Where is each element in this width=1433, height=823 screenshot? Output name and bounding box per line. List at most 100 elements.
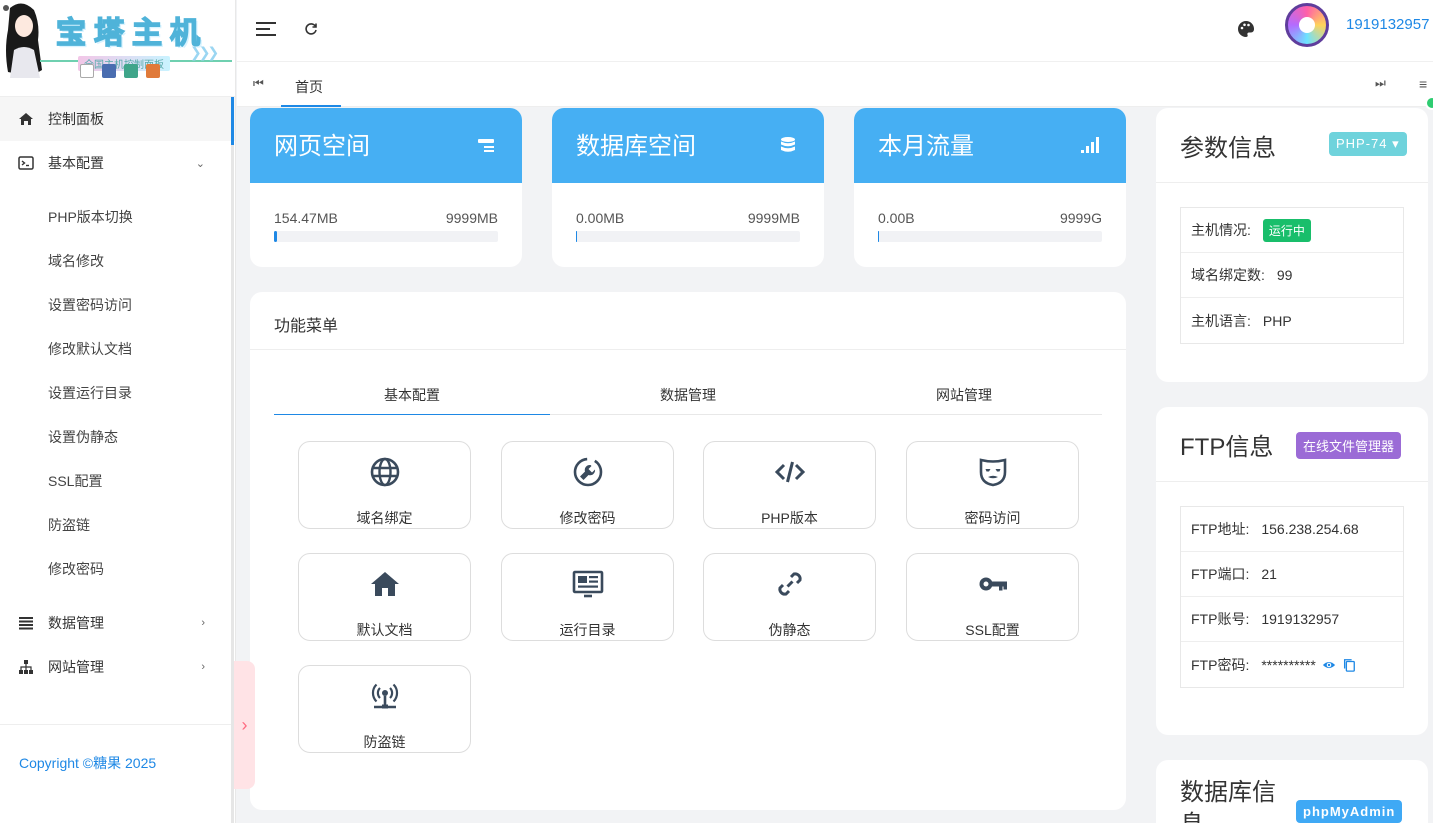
avatar[interactable]: [1285, 3, 1329, 47]
brand-badge-icon: [124, 64, 138, 78]
tab-home[interactable]: 首页: [295, 77, 323, 97]
monitor-icon: [572, 570, 604, 598]
ftp-port-row: FTP端口: 21: [1181, 552, 1403, 597]
mask-icon: [979, 458, 1007, 487]
list-icon: [18, 615, 34, 631]
tab-scroll-right-icon[interactable]: ⏭: [1375, 76, 1386, 91]
sidebar-subitem-ssl[interactable]: SSL配置: [0, 459, 235, 503]
sidebar-item-label: 基本配置: [48, 155, 104, 171]
tab-data-management[interactable]: 数据管理: [550, 377, 826, 414]
default-document-button[interactable]: 默认文档: [298, 553, 471, 641]
row-value[interactable]: 156.238.254.68: [1261, 521, 1358, 537]
domain-binding-button[interactable]: 域名绑定: [298, 441, 471, 529]
stat-card-header: 本月流量: [854, 108, 1126, 183]
button-label: 防盗链: [363, 734, 406, 750]
sidebar-subitem-php-switch[interactable]: PHP版本切换: [0, 195, 235, 239]
stat-title: 数据库空间: [576, 133, 696, 160]
sidebar-subitem-domain[interactable]: 域名修改: [0, 239, 235, 283]
row-key: 主机情况:: [1191, 222, 1251, 238]
row-value: PHP: [1262, 312, 1292, 329]
stat-progress-bar: [274, 231, 498, 242]
sidebar-subitem-hotlink[interactable]: 防盗链: [0, 503, 235, 547]
menu-toggle-icon[interactable]: [254, 17, 278, 41]
stat-card-traffic: 本月流量 0.00B 9999G: [854, 108, 1126, 267]
caret-down-icon: ▾: [1387, 136, 1400, 151]
row-key: FTP端口:: [1191, 566, 1250, 582]
ftp-title: FTP信息: [1180, 434, 1274, 461]
file-manager-button[interactable]: 在线文件管理器: [1296, 432, 1402, 459]
brand-badge-icon: [146, 64, 160, 78]
sidebar-subitem-password[interactable]: 修改密码: [0, 547, 235, 591]
php-version-dropdown[interactable]: PHP-74 ▾: [1329, 132, 1407, 156]
ftp-info-card: FTP信息 在线文件管理器 FTP地址: 156.238.254.68 FTP端…: [1156, 407, 1428, 735]
ftp-account-row: FTP账号: 1919132957: [1181, 597, 1403, 642]
chevron-right-icon: ›: [241, 714, 248, 735]
run-directory-button[interactable]: 运行目录: [501, 553, 674, 641]
refresh-icon[interactable]: [299, 17, 323, 41]
row-value[interactable]: 21: [1261, 566, 1277, 582]
sidebar-item-site-management[interactable]: 网站管理 ›: [0, 645, 235, 689]
brand-badge-icon: [102, 64, 116, 78]
scrollbar-thumb[interactable]: [231, 97, 234, 145]
globe-icon: [370, 457, 400, 487]
status-badge: 运行中: [1262, 218, 1311, 242]
params-title: 参数信息: [1180, 135, 1276, 162]
stat-progress-bar: [576, 231, 800, 242]
sidebar-subitem-default-doc[interactable]: 修改默认文档: [0, 327, 235, 371]
database-icon: [781, 137, 795, 152]
brand-badge-icon: [80, 64, 94, 78]
php-version-button[interactable]: PHP版本: [703, 441, 876, 529]
tab-scroll-left-icon[interactable]: ⏮: [253, 76, 264, 91]
password-access-button[interactable]: 密码访问: [906, 441, 1079, 529]
logo-girl-illustration: [3, 3, 42, 78]
brand-arrows-icon: ❯❯❯: [190, 44, 219, 60]
sidebar-item-dashboard[interactable]: 控制面板: [0, 97, 235, 141]
function-menu-title: 功能菜单: [274, 318, 339, 335]
copy-icon[interactable]: [1342, 658, 1356, 672]
row-key: FTP密码:: [1191, 656, 1250, 673]
row-key: FTP账号:: [1191, 611, 1250, 627]
stat-card-web-space: 网页空间 154.47MB 9999MB: [250, 108, 522, 267]
stat-progress-fill: [576, 231, 578, 242]
home-icon: [18, 111, 34, 127]
params-table: 主机情况: 运行中 域名绑定数: 99 主机语言: PHP: [1180, 207, 1404, 344]
card-divider: [1156, 182, 1428, 183]
eye-icon[interactable]: [1322, 658, 1336, 672]
chevron-right-icon: ›: [201, 617, 205, 629]
tab-options-icon[interactable]: ≡: [1419, 76, 1427, 92]
tab-active-indicator: [281, 105, 341, 107]
stat-progress-fill: [274, 231, 278, 242]
sidebar-item-basic-config[interactable]: 基本配置 ⌄: [0, 141, 235, 185]
button-label: 默认文档: [356, 622, 413, 638]
row-value[interactable]: 1919132957: [1261, 611, 1339, 627]
stat-total: 9999MB: [445, 210, 498, 226]
copyright[interactable]: Copyright ©糖果 2025: [19, 753, 156, 773]
sidebar-subitem-run-dir[interactable]: 设置运行目录: [0, 371, 235, 415]
change-password-button[interactable]: 修改密码: [501, 441, 674, 529]
brand-logo[interactable]: 宝塔主机 全国主机控制面板 ❯❯❯: [0, 0, 235, 97]
stat-progress-fill: [878, 231, 880, 242]
button-label: 域名绑定: [356, 510, 413, 526]
stat-total: 9999G: [1059, 210, 1102, 226]
server-icon: [478, 139, 494, 152]
anti-hotlink-button[interactable]: 防盗链: [298, 665, 471, 753]
button-label: 伪静态: [768, 622, 811, 638]
username[interactable]: 1919132957: [1346, 16, 1429, 33]
ssl-config-button[interactable]: SSL配置: [906, 553, 1079, 641]
status-dot: [1425, 96, 1433, 110]
palette-icon[interactable]: [1234, 17, 1258, 41]
sidebar-subitem-password-access[interactable]: 设置密码访问: [0, 283, 235, 327]
tab-basic-config[interactable]: 基本配置: [274, 377, 550, 415]
sidebar-collapse-handle[interactable]: ›: [234, 661, 255, 789]
phpmyadmin-button[interactable]: phpMyAdmin: [1296, 800, 1403, 823]
signal-icon: [1081, 137, 1099, 153]
rewrite-button[interactable]: 伪静态: [703, 553, 876, 641]
sidebar-item-data-management[interactable]: 数据管理 ›: [0, 601, 235, 645]
domain-count-row: 域名绑定数: 99: [1181, 253, 1403, 298]
tab-site-management[interactable]: 网站管理: [826, 377, 1102, 414]
ftp-table: FTP地址: 156.238.254.68 FTP端口: 21 FTP账号: 1…: [1180, 506, 1404, 688]
row-key: 域名绑定数:: [1191, 267, 1265, 283]
sidebar-divider: [0, 724, 232, 725]
sidebar-subitem-rewrite[interactable]: 设置伪静态: [0, 415, 235, 459]
button-label: 运行目录: [559, 622, 616, 638]
